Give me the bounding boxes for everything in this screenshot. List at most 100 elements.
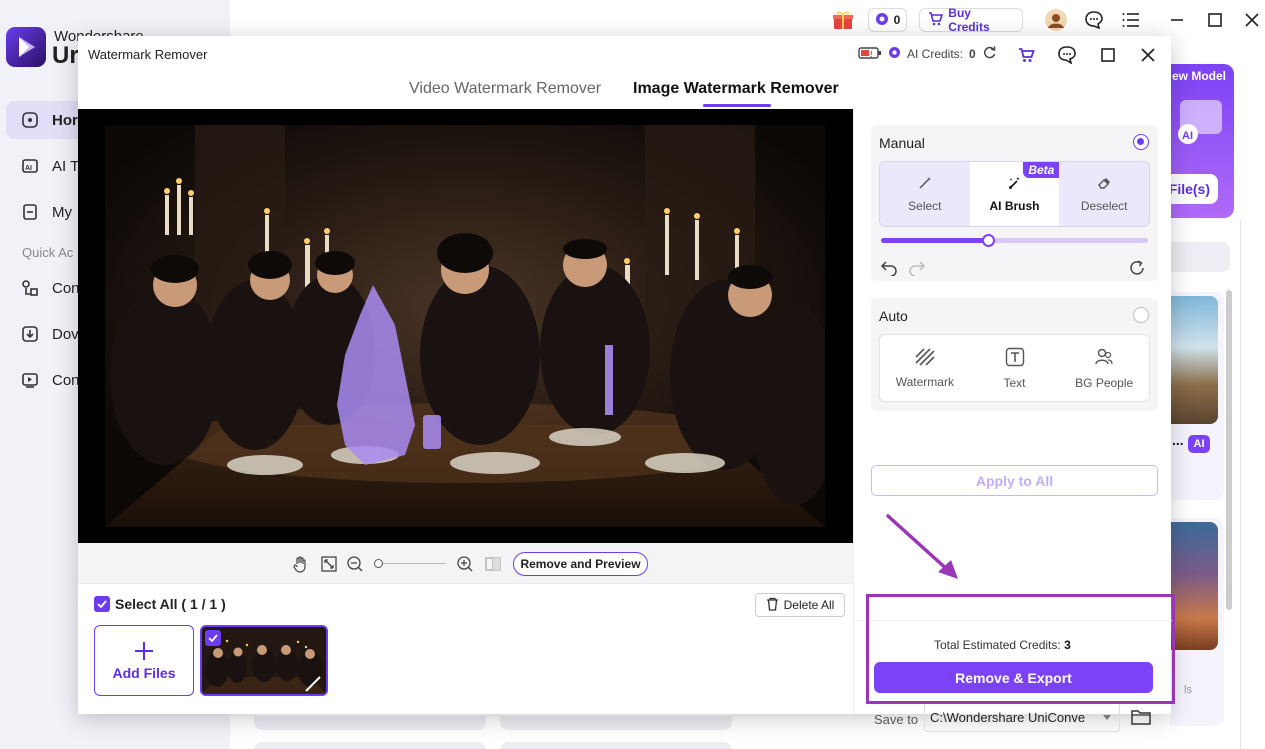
brush-size-fill [881,238,988,243]
ai-credits-indicator: ! AI Credits: 0 [858,45,997,63]
chevron-down-icon [1103,715,1111,720]
select-all-label: Select All ( 1 / 1 ) [115,596,226,612]
cart-icon [928,11,944,29]
sidebar-item-label: Dov [52,325,79,343]
auto-mode-radio[interactable] [1133,307,1149,323]
manual-mode-radio[interactable] [1133,134,1149,150]
buy-credits-label: Buy Credits [948,6,990,34]
card-image [1170,522,1218,650]
maximize-icon[interactable] [1202,7,1228,33]
window-title: Watermark Remover [88,47,208,62]
beta-badge: Beta [1023,162,1060,178]
thumbnail-checkbox[interactable] [205,630,221,646]
select-all-checkbox[interactable]: Select All ( 1 / 1 ) [94,596,226,612]
delete-all-label: Delete All [783,598,835,612]
gift-icon[interactable] [830,7,856,33]
checkbox-checked-icon [94,596,110,612]
tab-video-watermark-remover[interactable]: Video Watermark Remover [409,80,601,98]
promo-text: ew Model [1172,69,1227,83]
svg-text:!: ! [870,50,873,59]
background-card[interactable] [1170,292,1224,500]
quick-access-heading: Quick Ac [22,245,74,260]
background-side-strip [1240,220,1265,749]
brush-size-slider[interactable] [881,234,1148,247]
active-tab-indicator [703,104,771,107]
card-title-ellipsis: ... [1172,432,1184,448]
credits-counter[interactable]: 0 [867,8,908,32]
maximize-icon[interactable] [1094,42,1122,68]
credits-value: 0 [893,13,901,27]
hand-pan-icon[interactable] [291,554,311,574]
ai-brush-icon [1008,176,1022,193]
apply-to-all-button[interactable]: Apply to All [871,465,1158,496]
file-thumbnail[interactable] [200,625,328,696]
select-wand-icon [918,176,932,193]
text-tool-label: Text [1003,375,1026,390]
buy-credits-button[interactable]: Buy Credits [919,6,1024,34]
select-tool-button[interactable]: Select [880,162,970,226]
svg-text:AI: AI [1182,130,1193,142]
minimize-icon[interactable] [1164,7,1190,33]
compressor-icon [20,370,40,390]
background-card-edge [500,716,732,730]
promo-banner[interactable]: ew Model AI File(s) [1170,64,1234,218]
delete-all-button[interactable]: Delete All [755,593,845,617]
background-scrollbar[interactable] [1226,290,1232,610]
watermark-tool-button[interactable]: Watermark [880,335,970,401]
sidebar-item-label: Con [52,371,80,389]
ai-credits-label: AI Credits: [907,47,964,61]
home-icon [20,110,40,130]
promo-add-files-button[interactable]: File(s) [1170,174,1218,204]
remove-and-preview-button[interactable]: Remove and Preview [513,552,648,576]
bg-people-tool-button[interactable]: BG People [1059,335,1149,401]
dinner-photo-icon [105,125,825,527]
add-files-label: Add Files [112,665,176,681]
menu-icon[interactable] [1119,7,1145,33]
chat-icon[interactable] [1081,7,1107,33]
watermark-icon [915,347,935,369]
background-search-field[interactable] [1170,242,1230,272]
trash-icon [766,597,779,614]
zoom-slider-track[interactable] [374,563,446,564]
ai-brush-tool-button[interactable]: Beta AI Brush [969,162,1060,226]
folder-icon[interactable] [1130,706,1152,728]
save-location-dropdown[interactable]: C:\Wondershare UniConve [924,702,1120,732]
sidebar-item-label: My [52,203,72,221]
compare-icon[interactable] [483,554,503,574]
zoom-in-icon[interactable] [455,554,475,574]
sidebar-item-label: Hor [52,111,78,129]
chat-icon[interactable] [1053,42,1081,68]
image-canvas[interactable] [78,109,853,543]
undo-icon[interactable] [879,258,899,278]
zoom-out-icon[interactable] [345,554,365,574]
cart-icon[interactable] [1012,42,1040,68]
add-files-button[interactable]: Add Files [94,625,194,696]
text-tool-button[interactable]: Text [970,335,1060,401]
battery-icon: ! [858,46,882,63]
avatar[interactable] [1043,7,1069,33]
manual-mode-section: Manual Select Beta AI Brush Deselect [871,125,1158,281]
people-icon [1094,347,1114,370]
close-icon[interactable] [1239,7,1265,33]
canvas-toolbar: Remove and Preview [78,543,853,583]
close-icon[interactable] [1134,42,1162,68]
eraser-icon [1097,176,1111,193]
text-icon [1005,347,1025,370]
fit-screen-icon[interactable] [319,554,339,574]
tab-image-watermark-remover[interactable]: Image Watermark Remover [633,80,839,98]
redo-icon[interactable] [907,258,927,278]
zoom-slider-handle[interactable] [374,559,383,568]
promo-illustration-icon: AI [1178,100,1222,144]
refresh-icon[interactable] [982,45,997,63]
annotation-arrow-icon [886,514,958,579]
watermark-tool-label: Watermark [895,374,954,389]
deselect-tool-label: Deselect [1080,198,1128,213]
brush-size-handle[interactable] [981,234,995,247]
ai-badge: AI [1188,435,1210,453]
reset-icon[interactable] [1127,258,1147,278]
ai-tools-icon: AI [20,156,40,176]
background-card[interactable]: ls [1170,518,1224,726]
deselect-tool-button[interactable]: Deselect [1059,162,1149,226]
preview-image[interactable] [105,125,825,527]
svg-text:AI: AI [25,165,32,172]
